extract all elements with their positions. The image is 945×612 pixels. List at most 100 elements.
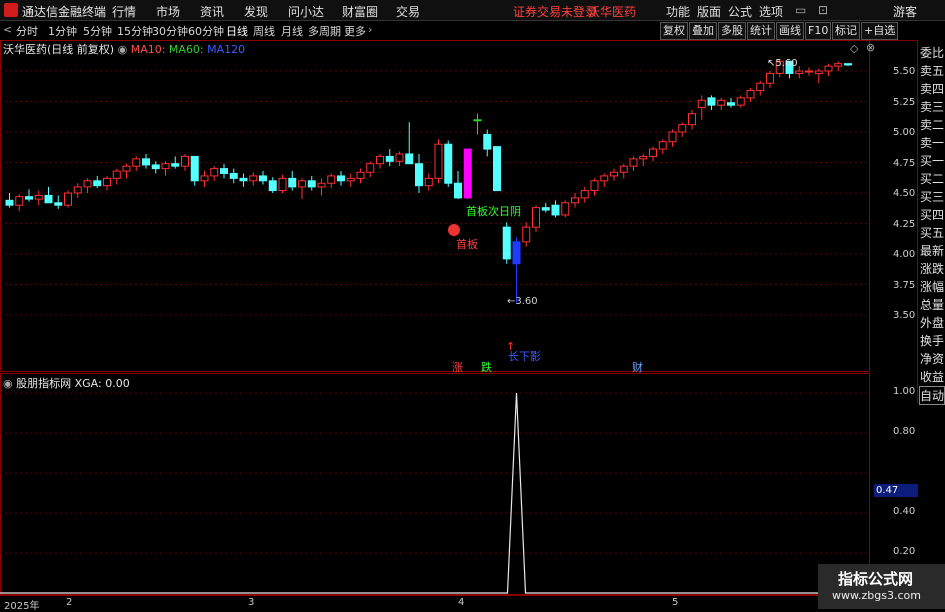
candle-body <box>463 148 472 199</box>
menu-gongneng[interactable]: 功能 <box>666 3 690 20</box>
menu-shichang[interactable]: 市场 <box>156 3 180 20</box>
candle-body <box>337 175 345 182</box>
ma10-label: MA10: <box>130 43 166 56</box>
side-item[interactable]: 卖三 <box>920 98 944 115</box>
candlestick-chart[interactable] <box>0 40 870 372</box>
side-item[interactable]: 收益 <box>920 368 944 385</box>
header-toggle-icon[interactable]: ◉ <box>118 43 128 56</box>
button-f10[interactable]: F10 <box>805 22 832 40</box>
indicator-name: 股朋指标网 <box>16 377 72 390</box>
date-label: 3 <box>248 597 255 608</box>
button-add-watchlist[interactable]: +自选 <box>861 22 899 40</box>
indicator-value: XGA: 0.00 <box>74 377 130 390</box>
price-tick: 5.25 <box>893 97 916 108</box>
side-item[interactable]: 买四 <box>920 206 944 223</box>
more-chevron-icon[interactable]: › <box>368 23 372 36</box>
candle-body <box>600 175 609 182</box>
button-tongji[interactable]: 统计 <box>747 22 775 40</box>
candle-body <box>54 202 63 206</box>
candle-body <box>590 180 599 192</box>
candle-body <box>268 180 277 192</box>
side-item[interactable]: 外盘 <box>920 314 944 331</box>
menu-bar: 通达信金融终端 行情 市场 资讯 发现 问小达 财富圈 交易 证券交易未登录 沃… <box>0 0 945 21</box>
settings-icon[interactable]: ⊗ <box>866 41 875 54</box>
diamond-icon[interactable]: ◇ <box>850 42 858 55</box>
candle-body <box>229 172 238 179</box>
period-more[interactable]: 更多 <box>344 23 366 39</box>
side-item[interactable]: 委比 <box>920 44 944 61</box>
period-15min[interactable]: 15分钟 <box>117 23 153 39</box>
candle-body <box>395 153 404 162</box>
indicator-chart[interactable] <box>0 373 870 595</box>
menu-zixun[interactable]: 资讯 <box>200 3 224 20</box>
candle-body <box>512 241 521 265</box>
candle-body <box>220 168 228 174</box>
period-fenshi[interactable]: 分时 <box>16 23 38 39</box>
period-daily[interactable]: 日线 <box>226 23 248 39</box>
close-icon[interactable]: ⊡ <box>818 3 828 17</box>
candle-body <box>278 177 287 192</box>
side-item[interactable]: 涨幅 <box>920 278 944 295</box>
side-item[interactable]: 最新 <box>920 242 944 259</box>
side-item[interactable]: 买三 <box>920 188 944 205</box>
side-item[interactable]: 卖四 <box>920 80 944 97</box>
side-item[interactable]: 自动 <box>919 386 945 405</box>
side-item[interactable]: 买一 <box>920 152 944 169</box>
candle-body <box>736 97 745 106</box>
candle-body <box>346 177 355 182</box>
side-item[interactable]: 卖一 <box>920 134 944 151</box>
price-tick: 3.50 <box>893 310 916 321</box>
side-item[interactable]: 涨跌 <box>920 260 944 277</box>
side-item[interactable]: 买二 <box>920 170 944 187</box>
indicator-current-value: 0.47 <box>874 484 918 497</box>
button-huaxian[interactable]: 画线 <box>776 22 804 40</box>
menu-gongshi[interactable]: 公式 <box>728 3 752 20</box>
indicator-line <box>0 392 870 594</box>
period-monthly[interactable]: 月线 <box>281 23 303 39</box>
candle-body <box>298 180 306 188</box>
back-icon[interactable]: < <box>3 23 12 36</box>
menu-hangqing[interactable]: 行情 <box>112 3 136 20</box>
period-60min[interactable]: 60分钟 <box>188 23 224 39</box>
minimize-icon[interactable]: ▭ <box>795 3 806 17</box>
button-duogu[interactable]: 多股 <box>718 22 746 40</box>
price-tick: 5.50 <box>893 66 916 77</box>
menu-caifuquan[interactable]: 财富圈 <box>342 3 378 20</box>
chart-frame <box>0 40 870 372</box>
side-item[interactable]: 卖二 <box>920 116 944 133</box>
period-multi[interactable]: 多周期 <box>308 23 341 39</box>
first-board-label: 首板 <box>456 238 478 251</box>
menu-xuanxiang[interactable]: 选项 <box>759 3 783 20</box>
side-item[interactable]: 买五 <box>920 224 944 241</box>
indicator-frame <box>0 373 870 595</box>
menu-banmian[interactable]: 版面 <box>697 3 721 20</box>
candle-body <box>834 63 843 67</box>
button-fuquan[interactable]: 复权 <box>660 22 688 40</box>
side-item[interactable]: 总量 <box>920 296 944 313</box>
button-biaoji[interactable]: 标记 <box>832 22 860 40</box>
menu-wenxiaoda[interactable]: 问小达 <box>288 3 324 20</box>
chart-header: 沃华医药(日线 前复权) ◉ MA10: MA60: MA120 <box>3 41 245 57</box>
candle-body <box>83 180 92 188</box>
side-item[interactable]: 卖五 <box>920 62 944 79</box>
candle-body <box>171 163 180 167</box>
menu-faxian[interactable]: 发现 <box>244 3 268 20</box>
candle-body <box>688 113 696 126</box>
side-item[interactable]: 净资 <box>920 350 944 367</box>
indicator-toggle-icon[interactable]: ◉ <box>3 377 13 390</box>
candle-body <box>541 207 550 211</box>
side-item[interactable]: 换手 <box>920 332 944 349</box>
period-30min[interactable]: 30分钟 <box>152 23 188 39</box>
menu-jiaoyi[interactable]: 交易 <box>396 3 420 20</box>
user-label[interactable]: 游客 <box>893 3 917 20</box>
period-1min[interactable]: 1分钟 <box>48 23 77 39</box>
date-label: 4 <box>458 597 465 608</box>
login-warning[interactable]: 证券交易未登录 <box>513 3 597 20</box>
period-5min[interactable]: 5分钟 <box>83 23 112 39</box>
candle-body <box>356 171 365 179</box>
candle-body <box>805 70 813 73</box>
indicator-tick: 0.20 <box>893 546 916 557</box>
period-weekly[interactable]: 周线 <box>253 23 275 39</box>
button-diejia[interactable]: 叠加 <box>689 22 717 40</box>
low-price-marker: ←3.60 <box>507 296 538 307</box>
